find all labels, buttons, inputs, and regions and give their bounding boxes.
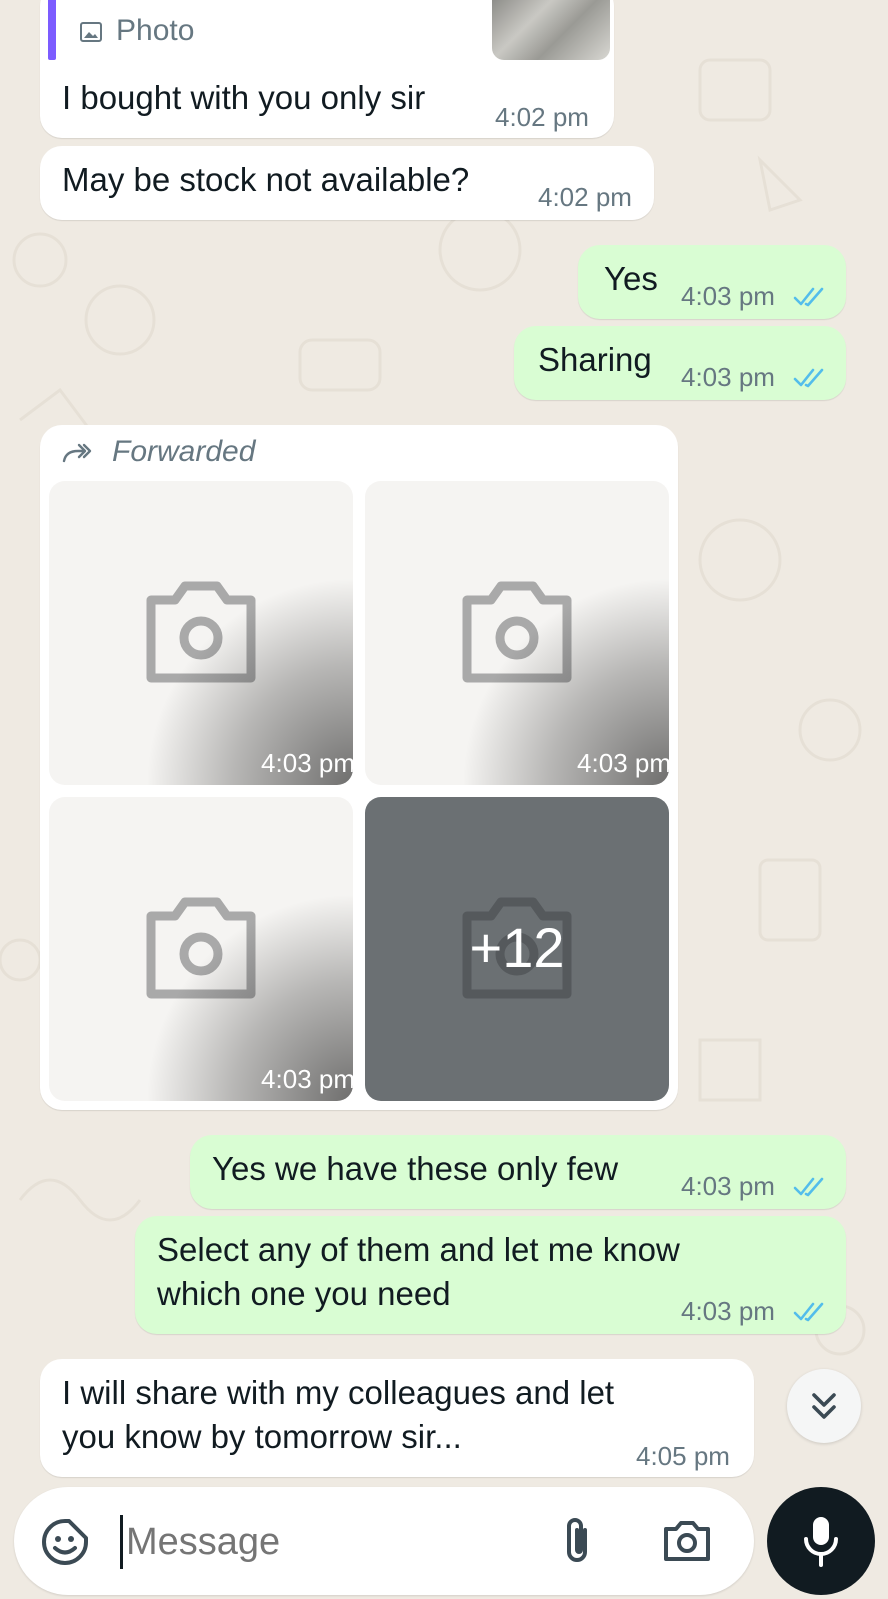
message-bubble-outgoing[interactable]: Yes 4:03 pm — [578, 245, 846, 319]
message-bubble-incoming[interactable]: May be stock not available? 4:02 pm — [40, 146, 654, 220]
photo-time: 4:03 pm — [577, 748, 669, 778]
photo-time: 4:03 pm — [261, 1064, 353, 1094]
more-photos-count: +12 — [469, 916, 565, 980]
message-bubble-outgoing[interactable]: Yes we have these only few 4:03 pm — [190, 1135, 846, 1209]
forwarded-album-bubble[interactable]: Forwarded 4:03 pm 4:03 pm 4:03 pm +12 — [40, 425, 678, 1110]
message-bubble-incoming[interactable]: Photo I bought with you only sir 4:02 pm — [40, 0, 614, 138]
photo-shade — [49, 481, 353, 785]
quoted-reply[interactable]: Photo — [48, 0, 610, 64]
sticker-icon[interactable] — [40, 1517, 90, 1567]
message-text: I bought with you only sir — [62, 79, 426, 116]
message-input[interactable] — [124, 1509, 548, 1575]
message-text: I will share with my colleagues and let … — [62, 1374, 615, 1455]
message-text: Yes — [604, 260, 658, 297]
message-text: Sharing — [538, 341, 652, 378]
photo-shade — [365, 481, 669, 785]
message-time: 4:03 pm — [681, 1296, 775, 1326]
album-photo[interactable]: 4:03 pm — [49, 481, 353, 785]
quoted-photo-thumbnail — [492, 0, 610, 60]
message-time: 4:03 pm — [681, 281, 775, 311]
message-composer — [14, 1487, 754, 1595]
photo-shade — [49, 797, 353, 1101]
message-bubble-outgoing[interactable]: Select any of them and let me know which… — [135, 1216, 846, 1334]
text-cursor — [120, 1515, 123, 1569]
scroll-to-bottom-button[interactable] — [787, 1369, 861, 1443]
camera-icon[interactable] — [662, 1519, 712, 1563]
album-photo[interactable]: 4:03 pm — [49, 797, 353, 1101]
message-text: Select any of them and let me know which… — [157, 1231, 680, 1312]
message-text: Yes we have these only few — [212, 1150, 619, 1187]
attach-icon[interactable] — [557, 1516, 597, 1568]
forwarded-label: Forwarded — [112, 435, 256, 468]
message-time: 4:03 pm — [681, 362, 775, 392]
album-photo[interactable]: 4:03 pm — [365, 481, 669, 785]
message-bubble-incoming[interactable]: I will share with my colleagues and let … — [40, 1359, 754, 1477]
voice-message-button[interactable] — [767, 1487, 875, 1595]
photo-icon — [80, 22, 102, 42]
forward-icon — [62, 443, 92, 463]
message-time: 4:02 pm — [495, 102, 589, 132]
quoted-type-label: Photo — [116, 14, 195, 47]
album-more-photos[interactable]: +12 — [365, 797, 669, 1101]
photo-time: 4:03 pm — [261, 748, 353, 778]
chevrons-down-icon — [812, 1393, 836, 1419]
message-bubble-outgoing[interactable]: Sharing 4:03 pm — [514, 326, 846, 400]
message-time: 4:03 pm — [681, 1171, 775, 1201]
message-time: 4:02 pm — [538, 182, 632, 212]
message-time: 4:05 pm — [636, 1441, 730, 1471]
mic-icon — [804, 1517, 838, 1567]
quote-accent-bar — [48, 0, 56, 60]
double-check-icon — [793, 1177, 824, 1197]
double-check-icon — [793, 368, 824, 388]
double-check-icon — [793, 1302, 824, 1322]
double-check-icon — [793, 287, 824, 307]
message-text: May be stock not available? — [62, 161, 470, 198]
